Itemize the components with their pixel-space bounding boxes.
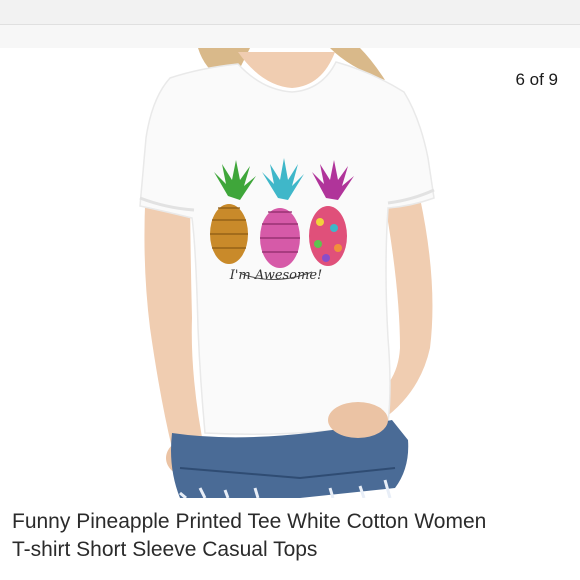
- sub-bar: [0, 25, 580, 49]
- image-counter: 6 of 9: [515, 70, 558, 89]
- product-title: Funny Pineapple Printed Tee White Cotton…: [12, 508, 572, 564]
- product-photo[interactable]: I'm Awesome!: [0, 48, 580, 498]
- print-text: I'm Awesome!: [229, 268, 323, 283]
- product-title-line-2: T-shirt Short Sleeve Casual Tops: [12, 538, 318, 561]
- product-image: I'm Awesome!: [0, 48, 580, 498]
- top-bar: [0, 0, 580, 25]
- product-title-line-1: Funny Pineapple Printed Tee White Cotton…: [12, 510, 487, 533]
